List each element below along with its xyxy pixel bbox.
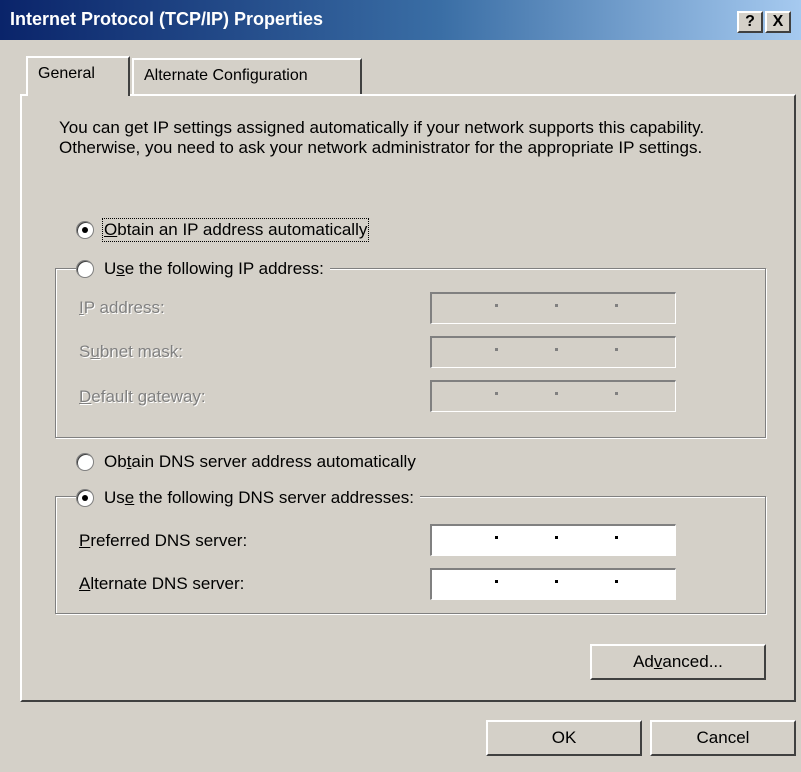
preferred-dns-label: Preferred DNS server: [79,531,248,550]
ip-octet-separator [555,348,558,351]
subnet-mask-label: Subnet mask: [79,342,183,361]
ip-octet-separator [615,580,618,583]
radio-label: Use the following DNS server addresses: [104,488,414,507]
alternate-dns-input[interactable] [430,568,676,600]
radio-button[interactable] [76,260,94,278]
ip-octet-separator [495,348,498,351]
close-button[interactable]: X [765,11,791,33]
ip-address-input[interactable] [430,292,676,324]
ip-octet-separator [615,392,618,395]
cancel-button[interactable]: Cancel [650,720,796,756]
ip-octet-separator [555,392,558,395]
radio-button[interactable] [76,453,94,471]
radio-label: Use the following IP address: [104,259,324,278]
radio-label: Obtain an IP address automatically [101,218,370,242]
ip-octet-separator [555,304,558,307]
subnet-mask-input[interactable] [430,336,676,368]
ip-address-label: IP address: [79,298,165,317]
alternate-dns-label: Alternate DNS server: [79,574,245,593]
ip-octet-separator [495,304,498,307]
radio-obtain-ip-auto[interactable]: Obtain an IP address automatically [76,218,374,242]
window-title: Internet Protocol (TCP/IP) Properties [10,9,324,29]
ip-octet-separator [555,580,558,583]
intro-text: You can get IP settings assigned automat… [59,118,705,157]
ip-octet-separator [615,348,618,351]
ip-octet-separator [555,536,558,539]
ip-octet-separator [495,580,498,583]
radio-obtain-dns-auto[interactable]: Obtain DNS server address automatically [76,450,422,474]
ip-octet-separator [615,536,618,539]
ip-octet-separator [495,392,498,395]
title-bar: Internet Protocol (TCP/IP) Properties ? … [0,0,801,40]
radio-button-checked[interactable] [76,489,94,507]
ok-button[interactable]: OK [486,720,642,756]
default-gateway-label: Default gateway: [79,387,206,406]
help-button[interactable]: ? [737,11,763,33]
preferred-dns-input[interactable] [430,524,676,556]
ip-octet-separator [615,304,618,307]
radio-use-following-ip[interactable]: Use the following IP address: [76,257,330,281]
advanced-button[interactable]: Advanced... [590,644,766,680]
radio-label: Obtain DNS server address automatically [104,452,416,471]
default-gateway-input[interactable] [430,380,676,412]
ip-octet-separator [495,536,498,539]
radio-button-checked[interactable] [76,221,94,239]
tab-alternate-configuration[interactable]: Alternate Configuration [132,58,362,94]
radio-use-following-dns[interactable]: Use the following DNS server addresses: [76,486,420,510]
tab-general[interactable]: General [26,56,130,96]
